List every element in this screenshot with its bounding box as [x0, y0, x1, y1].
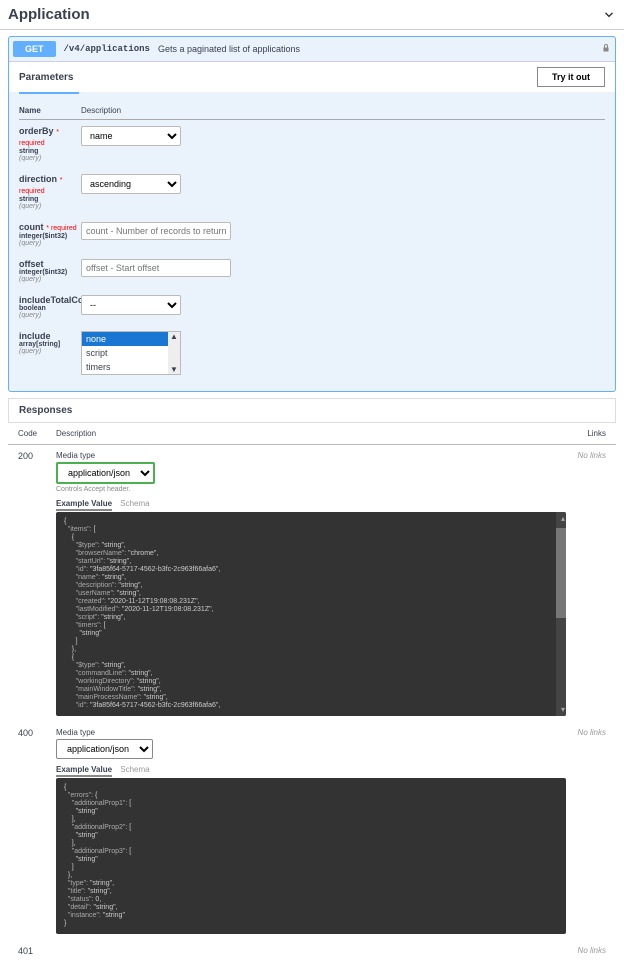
- param-type: array[string]: [19, 341, 81, 348]
- chevron-down-icon: [602, 8, 616, 22]
- status-code: 401: [18, 946, 56, 956]
- param-row-includetotalcount: includeTotalCount boolean (query) --: [19, 289, 605, 325]
- col-code: Code: [18, 429, 56, 438]
- section-title: Application: [8, 6, 90, 23]
- tab-underline: [19, 92, 79, 94]
- parameters-table: Name Description orderBy * required stri…: [19, 102, 605, 381]
- example-schema-tabs: Example Value Schema: [56, 765, 566, 774]
- col-name: Name: [19, 106, 81, 115]
- media-type-label: Media type: [56, 451, 566, 460]
- status-code: 400: [18, 728, 56, 738]
- responses-table-head: Code Description Links: [8, 423, 616, 445]
- try-it-out-button[interactable]: Try it out: [537, 67, 605, 87]
- responses-title: Responses: [8, 398, 616, 423]
- param-location: (query): [19, 203, 81, 210]
- operation-block: GET /v4/applications Gets a paginated li…: [8, 36, 616, 392]
- example-400-code[interactable]: { "errors": { "additionalProp1": [ "stri…: [56, 778, 566, 934]
- http-method-badge: GET: [13, 41, 56, 57]
- param-name: includeTotalCount: [19, 295, 81, 305]
- direction-select[interactable]: ascending: [81, 174, 181, 194]
- param-name: count: [19, 222, 44, 232]
- parameters-header: Parameters Try it out: [9, 61, 615, 92]
- includetotalcount-select[interactable]: --: [81, 295, 181, 315]
- param-location: (query): [19, 155, 81, 162]
- tab-schema[interactable]: Schema: [120, 765, 149, 774]
- param-type: integer($int32): [19, 269, 81, 276]
- include-listbox[interactable]: none script timers ▲▼: [81, 331, 181, 375]
- responses-section: Responses Code Description Links 200 Med…: [8, 398, 616, 962]
- operation-summary[interactable]: GET /v4/applications Gets a paginated li…: [9, 37, 615, 61]
- no-links: No links: [566, 946, 606, 955]
- lock-icon[interactable]: [601, 43, 611, 56]
- no-links: No links: [566, 728, 606, 737]
- include-option-none[interactable]: none: [82, 332, 180, 346]
- listbox-scrollbar[interactable]: ▲▼: [168, 332, 180, 374]
- col-links: Links: [587, 429, 606, 438]
- media-type-select-400[interactable]: application/json: [56, 739, 153, 759]
- tab-example-value[interactable]: Example Value: [56, 765, 112, 777]
- media-type-select-200[interactable]: application/json: [56, 462, 155, 484]
- param-row-orderby: orderBy * required string (query) name: [19, 120, 605, 168]
- section-header[interactable]: Application: [0, 0, 624, 30]
- param-location: (query): [19, 348, 81, 355]
- include-option-timers[interactable]: timers: [82, 360, 180, 374]
- param-location: (query): [19, 240, 81, 247]
- param-location: (query): [19, 276, 81, 283]
- param-type: boolean: [19, 305, 81, 312]
- param-name: direction: [19, 174, 57, 184]
- param-name: offset: [19, 259, 81, 269]
- param-row-offset: offset integer($int32) (query): [19, 253, 605, 289]
- col-description: Description: [56, 429, 587, 438]
- count-input[interactable]: [81, 222, 231, 240]
- no-links: No links: [566, 451, 606, 460]
- param-type: string: [19, 196, 81, 203]
- tab-example-value[interactable]: Example Value: [56, 499, 112, 511]
- offset-input[interactable]: [81, 259, 231, 277]
- param-row-count: count * required integer($int32) (query): [19, 216, 605, 253]
- tab-schema[interactable]: Schema: [120, 499, 149, 508]
- param-row-direction: direction * required string (query) asce…: [19, 168, 605, 216]
- col-description: Description: [81, 106, 121, 115]
- endpoint-description: Gets a paginated list of applications: [158, 44, 300, 54]
- required-badge: * required: [46, 225, 76, 232]
- example-200-code[interactable]: { "items": [ { "$type": "string", "brows…: [56, 512, 566, 716]
- include-option-script[interactable]: script: [82, 346, 180, 360]
- controls-accept-note: Controls Accept header.: [56, 486, 566, 493]
- parameters-title: Parameters: [19, 72, 73, 83]
- parameters-table-head: Name Description: [19, 102, 605, 120]
- param-name: orderBy: [19, 126, 54, 136]
- param-type: string: [19, 148, 81, 155]
- response-row-400: 400 Media type application/json Example …: [8, 722, 616, 940]
- response-row-200: 200 Media type application/json Controls…: [8, 445, 616, 722]
- endpoint-path: /v4/applications: [64, 44, 150, 54]
- param-row-include: include array[string] (query) none scrip…: [19, 325, 605, 381]
- orderby-select[interactable]: name: [81, 126, 181, 146]
- status-code: 200: [18, 451, 56, 461]
- media-type-label: Media type: [56, 728, 566, 737]
- param-location: (query): [19, 312, 81, 319]
- param-name: include: [19, 331, 81, 341]
- example-schema-tabs: Example Value Schema: [56, 499, 566, 508]
- param-type: integer($int32): [19, 233, 81, 240]
- response-row-401: 401 No links: [8, 940, 616, 962]
